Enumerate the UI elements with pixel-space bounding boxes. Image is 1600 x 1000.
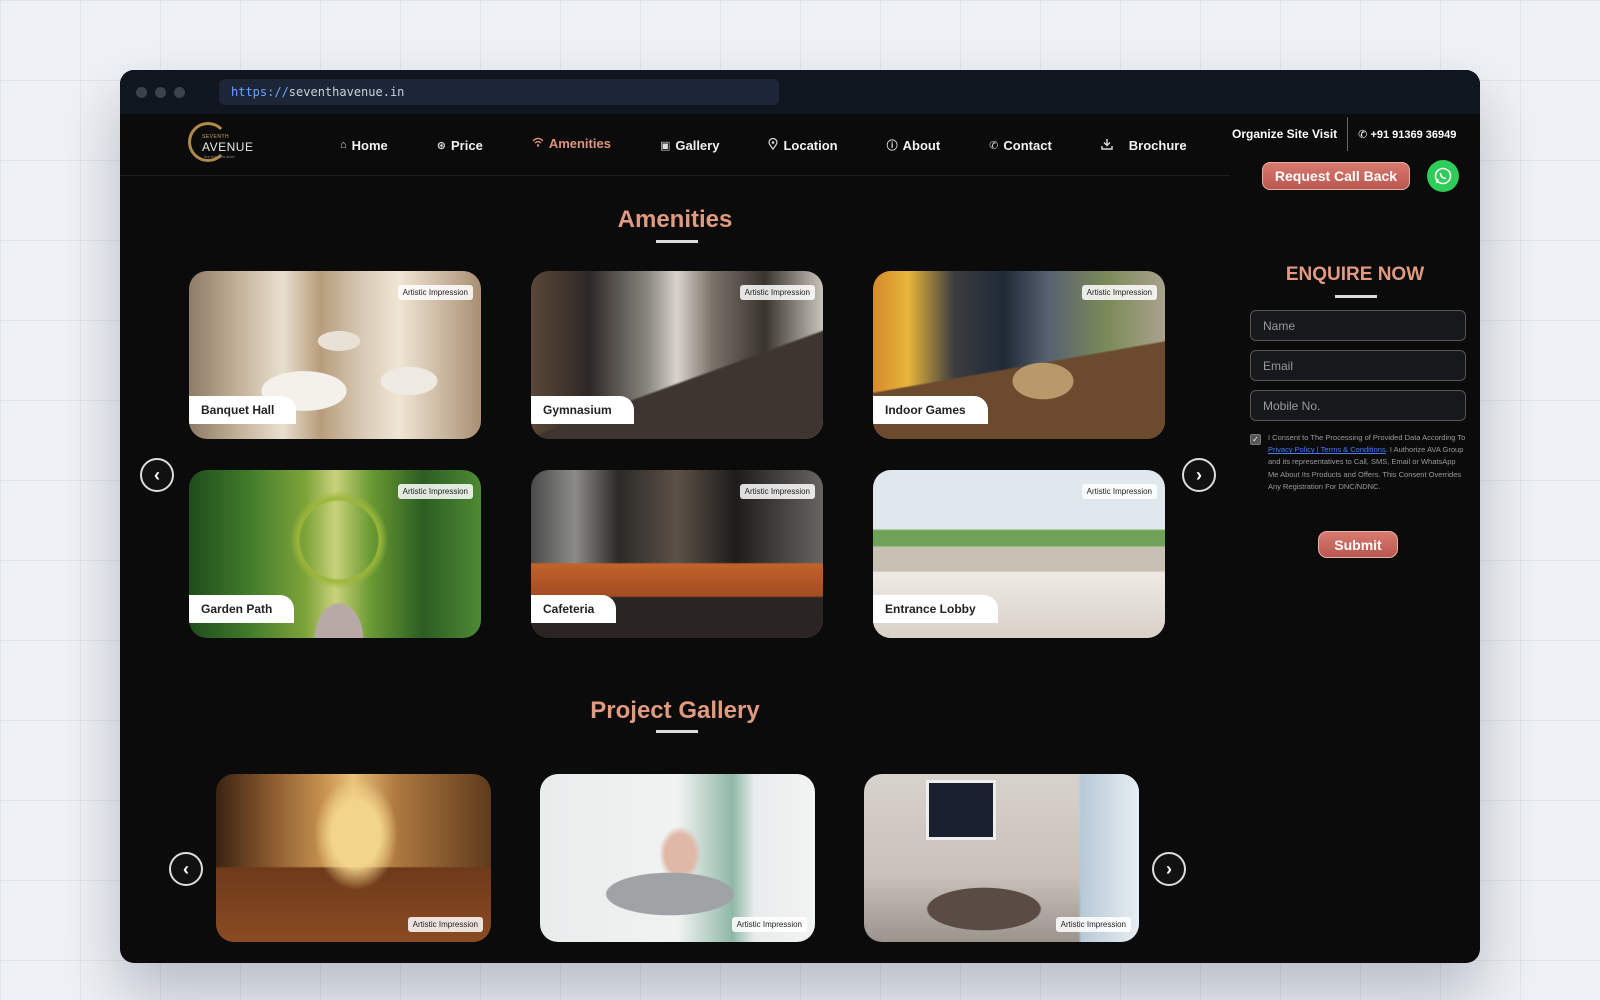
nav-item-gallery[interactable]: ▣ Gallery	[660, 138, 720, 153]
browser-window: https://seventhavenue.in SEVENTH AVENUE …	[120, 70, 1480, 963]
consent-text-start: I Consent to The Processing of Provided …	[1268, 433, 1466, 442]
url-scheme: https://	[231, 85, 289, 99]
email-field[interactable]	[1250, 350, 1466, 381]
window-maximize-dot[interactable]	[174, 86, 185, 98]
price-icon: ⊛	[436, 139, 446, 152]
request-callback-button[interactable]: Request Call Back	[1262, 162, 1410, 190]
nav-item-label: Home	[351, 137, 388, 153]
submit-button[interactable]: Submit	[1318, 531, 1398, 558]
artistic-impression-badge: Artistic Impression	[731, 917, 807, 932]
amenities-prev-button[interactable]: ‹	[140, 458, 174, 492]
whatsapp-button[interactable]	[1427, 160, 1459, 192]
site-visit-link[interactable]: Organize Site Visit	[1230, 127, 1337, 141]
nav-item-location[interactable]: Location	[768, 137, 838, 153]
amenity-label: Garden Path	[189, 595, 295, 623]
amenity-label: Entrance Lobby	[873, 595, 998, 623]
nav-item-label: Brochure	[1128, 137, 1187, 153]
nav-item-brochure[interactable]: Brochure	[1101, 138, 1187, 153]
nav-item-label: Amenities	[548, 135, 611, 151]
chevron-right-icon: ›	[1196, 464, 1202, 485]
chevron-left-icon: ‹	[154, 464, 160, 485]
consent-checkbox[interactable]: ✓	[1250, 434, 1261, 445]
chevron-right-icon: ›	[1166, 858, 1172, 879]
image-icon: ▣	[659, 139, 671, 152]
phone-link[interactable]: ✆ +91 91369 36949	[1358, 128, 1456, 141]
amenity-card-garden-path[interactable]: Artistic Impression Garden Path	[189, 470, 481, 638]
logo-tagline: live the new level	[204, 154, 235, 159]
window-close-dot[interactable]	[136, 86, 147, 98]
gallery-card-3[interactable]: Artistic Impression	[864, 774, 1139, 942]
checkmark-icon: ✓	[1252, 435, 1259, 444]
name-field[interactable]	[1250, 310, 1466, 341]
enquire-now-title: ENQUIRE NOW	[1285, 264, 1425, 285]
top-contact-bar: Organize Site Visit ✆ +91 91369 36949	[1230, 114, 1480, 154]
amenities-title-underline	[656, 240, 698, 243]
site-logo[interactable]: SEVENTH AVENUE live the new level	[188, 120, 253, 170]
amenity-card-cafeteria[interactable]: Artistic Impression Cafeteria	[531, 470, 823, 638]
privacy-terms-link[interactable]: Privacy Policy | Terms & Conditions	[1268, 445, 1386, 454]
phone-number: +91 91369 36949	[1370, 128, 1457, 141]
info-icon: ⓘ	[886, 140, 898, 152]
main-navbar: SEVENTH AVENUE live the new level ⌂ Home…	[120, 114, 1230, 176]
mobile-field[interactable]	[1250, 390, 1466, 421]
artistic-impression-badge: Artistic Impression	[397, 484, 473, 499]
divider	[1347, 117, 1349, 151]
nav-item-amenities[interactable]: Amenities	[532, 136, 611, 151]
nav-item-label: About	[902, 137, 941, 153]
wifi-icon	[532, 137, 544, 150]
nav-item-contact[interactable]: ✆ Contact	[989, 138, 1052, 153]
nav-item-label: Contact	[1003, 137, 1052, 153]
artistic-impression-badge: Artistic Impression	[1081, 285, 1157, 300]
gallery-card-1[interactable]: Artistic Impression	[216, 774, 491, 942]
amenities-title: Amenities	[617, 206, 733, 233]
phone-icon: ✆	[1358, 128, 1371, 141]
nav-item-label: Location	[783, 137, 838, 153]
enquire-title-underline	[1335, 295, 1377, 298]
nav-menu: ⌂ Home ⊛ Price Amenities ▣ Gallery Locat…	[340, 114, 1187, 176]
amenity-label: Indoor Games	[873, 396, 988, 424]
url-host: seventhavenue.in	[288, 85, 405, 99]
nav-item-about[interactable]: ⓘ About	[887, 137, 941, 153]
gallery-prev-button[interactable]: ‹	[169, 852, 203, 886]
nav-item-label: Price	[451, 137, 483, 153]
amenity-label: Banquet Hall	[189, 396, 297, 424]
artistic-impression-badge: Artistic Impression	[407, 917, 483, 932]
website: SEVENTH AVENUE live the new level ⌂ Home…	[120, 114, 1480, 963]
address-bar[interactable]: https://seventhavenue.in	[219, 79, 779, 105]
artistic-impression-badge: Artistic Impression	[739, 484, 815, 499]
artistic-impression-badge: Artistic Impression	[1055, 917, 1131, 932]
gallery-title: Project Gallery	[590, 697, 760, 724]
chevron-left-icon: ‹	[183, 858, 189, 879]
artistic-impression-badge: Artistic Impression	[397, 285, 473, 300]
window-minimize-dot[interactable]	[155, 86, 166, 98]
amenity-card-banquet-hall[interactable]: Artistic Impression Banquet Hall	[189, 271, 481, 439]
whatsapp-icon	[1434, 167, 1452, 185]
location-pin-icon	[768, 137, 779, 153]
phone-icon: ✆	[989, 139, 999, 152]
artistic-impression-badge: Artistic Impression	[1081, 484, 1157, 499]
download-icon	[1101, 138, 1113, 153]
amenity-label: Cafeteria	[531, 595, 617, 623]
amenity-card-gymnasium[interactable]: Artistic Impression Gymnasium	[531, 271, 823, 439]
nav-item-price[interactable]: ⊛ Price	[437, 138, 483, 153]
gallery-next-button[interactable]: ›	[1152, 852, 1186, 886]
nav-item-label: Gallery	[675, 137, 720, 153]
logo-big-text: AVENUE	[202, 140, 254, 154]
gallery-title-underline	[656, 730, 698, 733]
consent-text: I Consent to The Processing of Provided …	[1268, 432, 1468, 493]
gallery-card-2[interactable]: Artistic Impression	[540, 774, 815, 942]
bedroom-artwork	[926, 780, 996, 840]
artistic-impression-badge: Artistic Impression	[739, 285, 815, 300]
amenity-label: Gymnasium	[531, 396, 634, 424]
home-icon: ⌂	[340, 139, 347, 151]
amenities-next-button[interactable]: ›	[1182, 458, 1216, 492]
amenity-card-entrance-lobby[interactable]: Artistic Impression Entrance Lobby	[873, 470, 1165, 638]
browser-toolbar: https://seventhavenue.in	[120, 70, 1480, 114]
nav-item-home[interactable]: ⌂ Home	[340, 138, 388, 153]
amenity-card-indoor-games[interactable]: Artistic Impression Indoor Games	[873, 271, 1165, 439]
